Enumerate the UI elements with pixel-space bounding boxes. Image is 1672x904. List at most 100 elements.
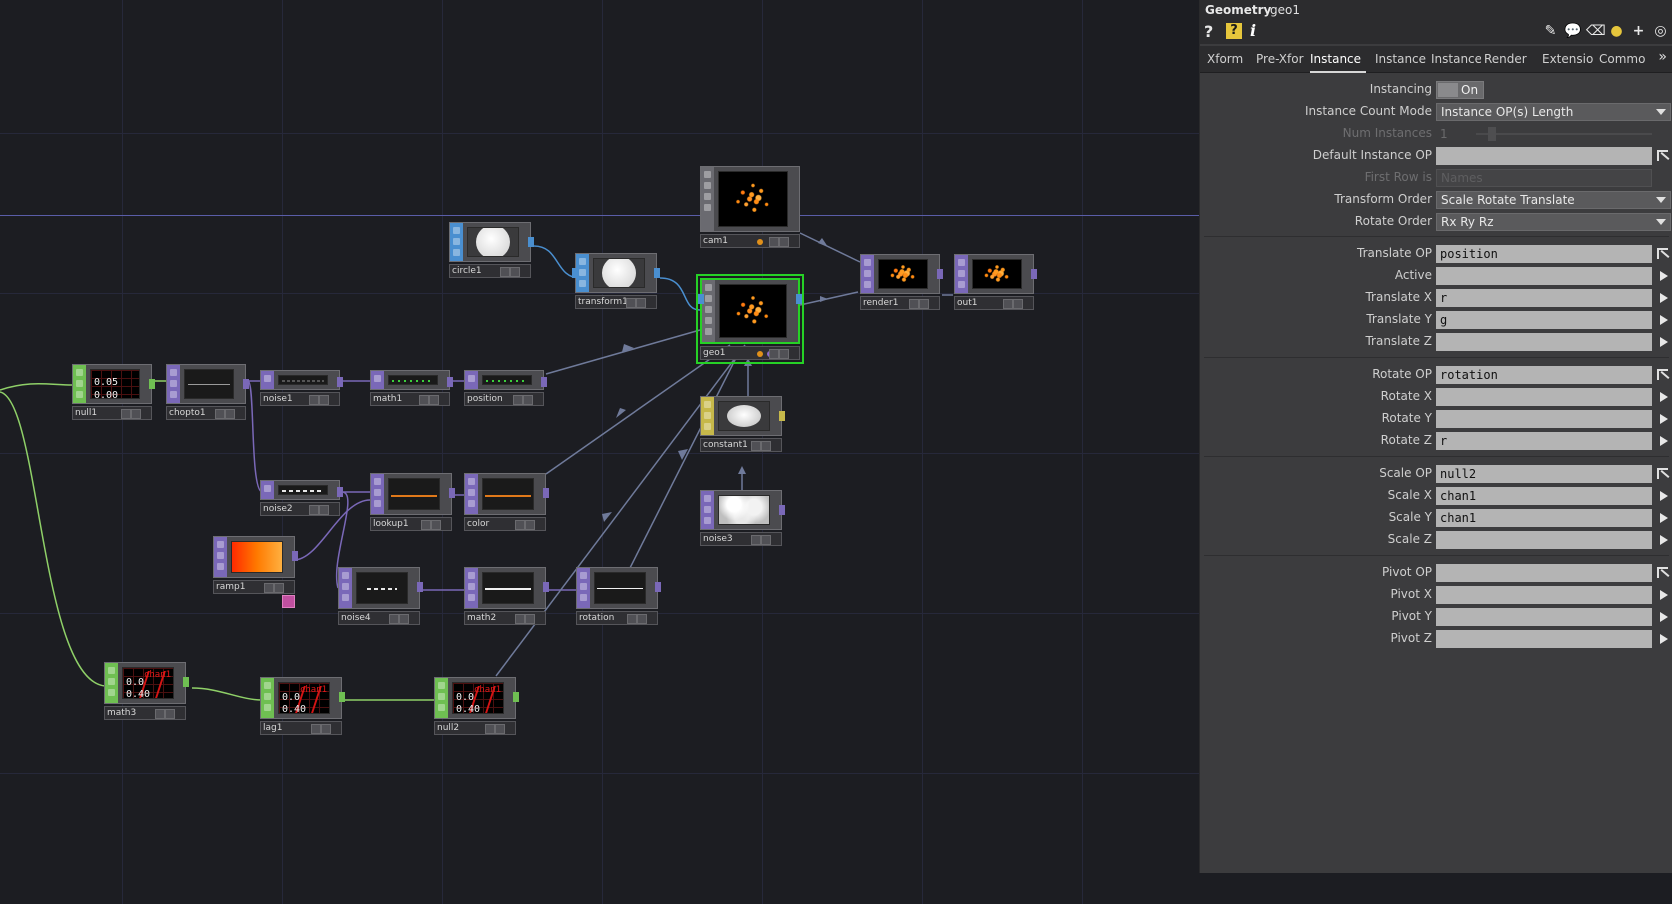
- output-connector[interactable]: [779, 411, 785, 421]
- python-icon[interactable]: ●: [1608, 22, 1625, 40]
- output-connector[interactable]: [937, 269, 943, 279]
- pivot-z-field[interactable]: [1436, 630, 1652, 648]
- node-viewer-button[interactable]: [523, 395, 533, 405]
- expand-arrow-icon[interactable]: [1655, 333, 1671, 351]
- rotate-z-field[interactable]: r: [1436, 432, 1652, 450]
- rotate-x-field[interactable]: [1436, 388, 1652, 406]
- output-connector[interactable]: [292, 551, 298, 561]
- node-out1[interactable]: out1: [954, 254, 1037, 310]
- node-bypass-button[interactable]: [627, 614, 637, 624]
- node-viewer-button[interactable]: [637, 614, 647, 624]
- node-math2[interactable]: math2: [464, 567, 549, 625]
- expand-arrow-icon[interactable]: [1655, 289, 1671, 307]
- output-connector[interactable]: [1031, 269, 1037, 279]
- node-bypass-button[interactable]: [626, 298, 636, 308]
- node-viewer-button[interactable]: [165, 709, 175, 719]
- node-bypass-button[interactable]: [751, 441, 761, 451]
- info-icon[interactable]: i: [1250, 21, 1256, 40]
- op-help-icon[interactable]: ?: [1226, 23, 1242, 39]
- output-connector[interactable]: [779, 505, 785, 515]
- expand-arrow-icon[interactable]: [1655, 410, 1671, 428]
- node-bypass-button[interactable]: [513, 395, 523, 405]
- node-viewer-button[interactable]: [274, 583, 284, 593]
- node-position[interactable]: position: [464, 370, 547, 406]
- node-viewer-button[interactable]: [1013, 299, 1023, 309]
- translate-op-field[interactable]: position: [1436, 245, 1652, 263]
- eraser-icon[interactable]: ⌫: [1586, 22, 1606, 40]
- node-math3[interactable]: chan1 0.0 0.40 math3: [104, 662, 189, 720]
- output-connector[interactable]: [528, 237, 534, 247]
- node-transform1[interactable]: transform1: [572, 253, 660, 309]
- expand-arrow-icon[interactable]: [1655, 509, 1671, 527]
- node-viewer-button[interactable]: [636, 298, 646, 308]
- expand-arrow-icon[interactable]: [1655, 608, 1671, 626]
- node-chopto1[interactable]: chopto1: [166, 364, 249, 420]
- node-noise2[interactable]: noise2: [260, 480, 343, 516]
- node-bypass-button[interactable]: [769, 237, 779, 247]
- node-viewer-button[interactable]: [131, 409, 141, 419]
- tab-pre-xform[interactable]: Pre-Xfor: [1256, 49, 1306, 71]
- rotate-y-field[interactable]: [1436, 410, 1652, 428]
- ramp-viewer-toggle-icon[interactable]: [282, 595, 295, 608]
- node-render1[interactable]: render1: [860, 254, 943, 310]
- node-viewer-button[interactable]: [495, 724, 505, 734]
- expand-arrow-icon[interactable]: [1655, 586, 1671, 604]
- op-picker-icon[interactable]: [1655, 245, 1671, 263]
- first-row-is-menu[interactable]: Names: [1436, 169, 1652, 187]
- node-viewer-button[interactable]: [779, 349, 789, 359]
- comment-icon[interactable]: 💬: [1564, 22, 1581, 40]
- expand-arrow-icon[interactable]: [1655, 531, 1671, 549]
- node-noise1[interactable]: noise1: [260, 370, 343, 406]
- node-bypass-button[interactable]: [769, 349, 779, 359]
- output-connector[interactable]: [417, 582, 423, 592]
- translate-x-field[interactable]: r: [1436, 289, 1652, 307]
- node-viewer-button[interactable]: [225, 409, 235, 419]
- node-bypass-button[interactable]: [309, 505, 319, 515]
- node-bypass-button[interactable]: [311, 724, 321, 734]
- node-noise3[interactable]: noise3: [700, 490, 785, 546]
- plus-icon[interactable]: +: [1630, 22, 1647, 40]
- node-null1[interactable]: 0.05 0.00 null1: [72, 364, 155, 420]
- node-null2[interactable]: chan1 0.0 0.40 null2: [434, 677, 519, 735]
- instancing-toggle[interactable]: On: [1436, 81, 1484, 99]
- node-viewer-button[interactable]: [319, 505, 329, 515]
- question-icon[interactable]: ?: [1204, 22, 1213, 41]
- output-connector[interactable]: [149, 379, 155, 389]
- node-lookup1[interactable]: lookup1: [370, 473, 455, 531]
- node-bypass-button[interactable]: [500, 267, 510, 277]
- expand-arrow-icon[interactable]: [1655, 432, 1671, 450]
- node-bypass-button[interactable]: [419, 395, 429, 405]
- node-ramp1[interactable]: ramp1: [213, 536, 298, 594]
- translate-z-field[interactable]: [1436, 333, 1652, 351]
- node-geo1[interactable]: geo1: [696, 274, 804, 364]
- node-bypass-button[interactable]: [515, 520, 525, 530]
- node-bypass-button[interactable]: [485, 724, 495, 734]
- scale-z-field[interactable]: [1436, 531, 1652, 549]
- expand-arrow-icon[interactable]: [1655, 388, 1671, 406]
- output-connector[interactable]: [337, 487, 343, 497]
- pivot-x-field[interactable]: [1436, 586, 1652, 604]
- node-circle1[interactable]: circle1: [449, 222, 534, 278]
- tab-instance-3[interactable]: Instance: [1431, 49, 1481, 71]
- instance-count-mode-menu[interactable]: Instance OP(s) Length: [1436, 103, 1671, 121]
- input-connector[interactable]: [572, 268, 578, 278]
- output-connector[interactable]: [447, 377, 453, 387]
- node-bypass-button[interactable]: [389, 614, 399, 624]
- node-bypass-button[interactable]: [264, 583, 274, 593]
- input-connector[interactable]: [698, 294, 704, 304]
- tab-common[interactable]: Commo: [1599, 49, 1651, 71]
- pivot-y-field[interactable]: [1436, 608, 1652, 626]
- node-bypass-button[interactable]: [121, 409, 131, 419]
- node-color[interactable]: color: [464, 473, 549, 531]
- node-viewer-button[interactable]: [319, 395, 329, 405]
- node-math1[interactable]: math1: [370, 370, 453, 406]
- node-viewer-button[interactable]: [429, 395, 439, 405]
- node-viewer-button[interactable]: [431, 520, 441, 530]
- scale-x-field[interactable]: chan1: [1436, 487, 1652, 505]
- translate-y-field[interactable]: g: [1436, 311, 1652, 329]
- node-cam1[interactable]: cam1: [700, 166, 800, 248]
- network-editor[interactable]: cam1 circle1 transform1 geo1 render1 out…: [0, 0, 1199, 904]
- output-connector[interactable]: [543, 582, 549, 592]
- output-connector[interactable]: [183, 677, 189, 687]
- node-viewer-button[interactable]: [525, 614, 535, 624]
